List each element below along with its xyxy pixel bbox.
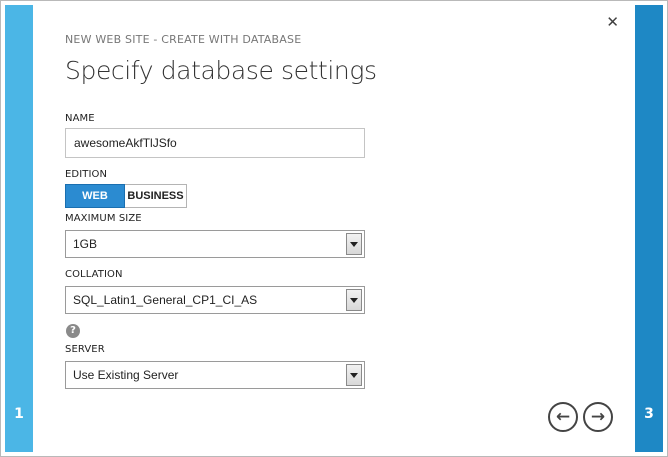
collation-select[interactable]: SQL_Latin1_General_CP1_CI_AS bbox=[65, 286, 365, 314]
collation-label: COLLATION bbox=[65, 269, 123, 280]
step-rail-right: 3 bbox=[635, 5, 663, 452]
step-number-right: 3 bbox=[644, 406, 654, 422]
edition-toggle: WEB BUSINESS bbox=[65, 184, 187, 208]
edition-web-button[interactable]: WEB bbox=[65, 184, 125, 208]
edition-label: EDITION bbox=[65, 169, 108, 180]
back-arrow-icon[interactable]: ← bbox=[548, 402, 578, 432]
chevron-down-icon bbox=[346, 289, 362, 311]
server-label: SERVER bbox=[65, 344, 105, 355]
help-icon[interactable]: ? bbox=[66, 324, 80, 338]
close-icon[interactable]: ✕ bbox=[606, 15, 619, 30]
chevron-down-icon bbox=[346, 364, 362, 386]
name-field[interactable] bbox=[65, 128, 365, 158]
step-number-left: 1 bbox=[14, 406, 24, 422]
server-value: Use Existing Server bbox=[73, 368, 179, 382]
name-label: NAME bbox=[65, 113, 95, 124]
breadcrumb: NEW WEB SITE - CREATE WITH DATABASE bbox=[65, 33, 302, 46]
wizard-dialog: 1 3 ✕ NEW WEB SITE - CREATE WITH DATABAS… bbox=[0, 0, 668, 457]
next-arrow-icon[interactable]: → bbox=[583, 402, 613, 432]
collation-value: SQL_Latin1_General_CP1_CI_AS bbox=[73, 293, 258, 307]
max-size-value: 1GB bbox=[73, 237, 98, 251]
max-size-select[interactable]: 1GB bbox=[65, 230, 365, 258]
edition-business-button[interactable]: BUSINESS bbox=[125, 184, 187, 208]
server-select[interactable]: Use Existing Server bbox=[65, 361, 365, 389]
page-title: Specify database settings bbox=[65, 56, 377, 85]
step-rail-left: 1 bbox=[5, 5, 33, 452]
max-size-label: MAXIMUM SIZE bbox=[65, 213, 142, 224]
wizard-header: NEW WEB SITE - CREATE WITH DATABASE Spec… bbox=[65, 33, 585, 85]
chevron-down-icon bbox=[346, 233, 362, 255]
